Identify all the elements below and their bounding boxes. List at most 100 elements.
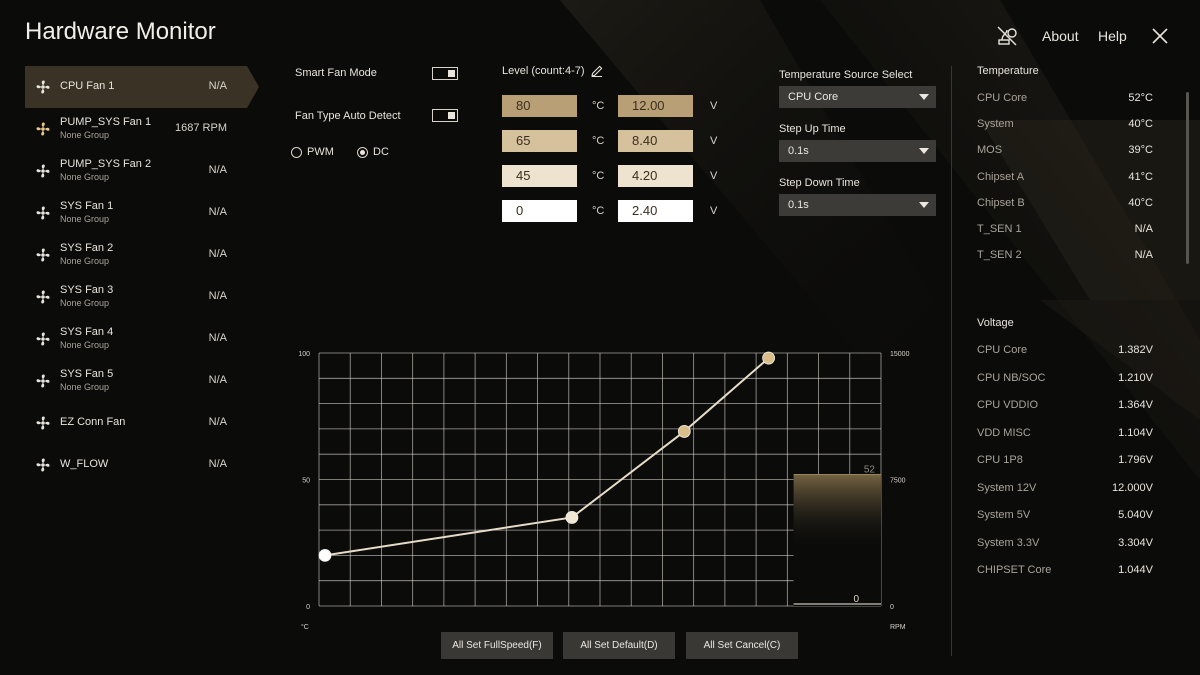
level-volt-input[interactable]: 12.00 [618,95,693,117]
temperature-value: 40°C [1128,196,1153,209]
fan-group: None Group [60,382,110,392]
curve-point[interactable] [677,425,691,438]
fan-group: None Group [60,256,110,266]
fan-off-icon[interactable] [995,24,1019,48]
fan-item[interactable]: SYS Fan 4 None Group N/A [25,318,247,360]
fan-item[interactable]: EZ Conn Fan N/A [25,402,247,444]
voltage-row: VDD MISC 1.104V [977,427,1153,441]
temperature-label: Chipset A [977,170,1025,183]
fan-item[interactable]: PUMP_SYS Fan 1 None Group 1687 RPM [25,108,247,150]
voltage-label: CHIPSET Core [977,564,1052,576]
left-tick-label: 50 [302,478,310,485]
smart-fan-mode-label: Smart Fan Mode [295,67,377,79]
voltage-label: System 3.3V [977,536,1040,549]
fan-name: SYS Fan 2 [60,242,114,254]
level-volt-input[interactable]: 4.20 [618,165,693,187]
fan-item[interactable]: SYS Fan 2 None Group N/A [25,234,247,276]
voltage-label: System 12V [977,481,1037,494]
fan-value: N/A [208,80,227,92]
fan-item[interactable]: SYS Fan 5 None Group N/A [25,360,247,402]
temp-unit: °C [592,170,605,182]
temperature-value: 52°C [1128,92,1153,104]
fan-group: None Group [60,298,110,308]
level-volt-input[interactable]: 8.40 [618,130,693,152]
current-temp-fill [793,474,881,547]
step-down-select[interactable]: 0.1s [779,194,936,216]
app-title: Hardware Monitor [25,18,216,45]
fan-value: N/A [208,206,227,218]
help-button[interactable]: Help [1098,28,1127,44]
step-up-label: Step Up Time [779,123,846,135]
fan-item[interactable]: CPU Fan 1 N/A [25,66,259,108]
fan-icon [35,373,51,389]
temperature-label: CPU Core [977,92,1028,104]
step-up-select[interactable]: 0.1s [779,140,936,162]
edit-pencil-icon[interactable] [590,64,604,78]
temperature-label: Chipset B [977,196,1025,209]
about-button[interactable]: About [1042,28,1079,44]
chevron-down-icon [919,94,929,100]
voltage-value: 3.304V [1118,536,1153,549]
temperature-value: 40°C [1128,118,1153,131]
left-tick-label: 0 [306,604,310,611]
fan-item[interactable]: W_FLOW N/A [25,444,247,486]
voltage-label: CPU NB/SOC [977,371,1046,384]
voltage-row: CPU VDDIO 1.364V [977,399,1153,413]
fan-name: W_FLOW [60,458,109,470]
temperature-row: CPU Core 52°C [977,92,1153,106]
level-temp-input[interactable]: 80 [502,95,577,117]
temperature-row: Chipset A 41°C [977,171,1153,185]
temp-source-select[interactable]: CPU Core [779,86,936,108]
fan-curve-chart[interactable]: 52 0 0 50 100 0 7500 15000 °C RPM [280,335,920,635]
temperature-heading: Temperature [977,65,1039,77]
temperature-row: T_SEN 1 N/A [977,223,1153,237]
curve-point[interactable] [762,351,776,365]
voltage-value: 1.044V [1118,564,1153,576]
fan-type-auto-detect-toggle[interactable] [432,109,458,122]
fan-value: 1687 RPM [175,122,227,134]
fan-value: N/A [208,374,227,386]
pwm-radio[interactable]: PWM [291,146,334,158]
dc-radio[interactable]: DC [357,146,389,158]
level-temp-input[interactable]: 0 [502,200,577,222]
voltage-value: 5.040V [1118,509,1153,521]
fan-name: SYS Fan 1 [60,200,114,212]
smart-fan-mode-toggle[interactable] [432,67,458,80]
close-icon[interactable] [1148,24,1172,48]
fan-icon [35,247,51,263]
curve-point[interactable] [565,511,579,524]
radio-circle [291,146,302,158]
step-down-label: Step Down Time [779,177,860,189]
level-temp-input[interactable]: 45 [502,165,577,187]
right-tick-label: 0 [890,604,894,611]
full-speed-button[interactable]: All Set FullSpeed(F) [441,632,553,659]
temperature-row: System 40°C [977,118,1153,132]
fan-icon [35,457,51,473]
voltage-row: System 12V 12.000V [977,482,1153,496]
temp-source-label: Temperature Source Select [779,69,913,81]
fan-name: PUMP_SYS Fan 1 [60,116,152,128]
voltage-label: VDD MISC [977,426,1031,439]
scrollbar[interactable] [1186,92,1189,264]
fan-item[interactable]: SYS Fan 3 None Group N/A [25,276,247,318]
fan-icon [35,331,51,347]
temperature-value: N/A [1134,223,1153,235]
cancel-button[interactable]: All Set Cancel(C) [686,632,798,659]
fan-value: N/A [208,248,227,260]
voltage-label: CPU Core [977,344,1028,356]
volt-unit: V [710,100,718,112]
pwm-label: PWM [307,146,334,158]
curve-point[interactable] [318,548,332,562]
voltage-value: 1.796V [1118,454,1153,466]
fan-item[interactable]: SYS Fan 1 None Group N/A [25,192,247,234]
level-temp-input[interactable]: 65 [502,130,577,152]
voltage-row: CPU Core 1.382V [977,344,1153,358]
fan-name: PUMP_SYS Fan 2 [60,158,152,170]
fan-name: SYS Fan 3 [60,284,114,296]
fan-item[interactable]: PUMP_SYS Fan 2 None Group N/A [25,150,247,192]
chevron-down-icon [919,202,929,208]
default-button[interactable]: All Set Default(D) [563,632,675,659]
temperature-value: N/A [1134,249,1153,262]
level-volt-input[interactable]: 2.40 [618,200,693,222]
volt-unit: V [710,205,718,217]
